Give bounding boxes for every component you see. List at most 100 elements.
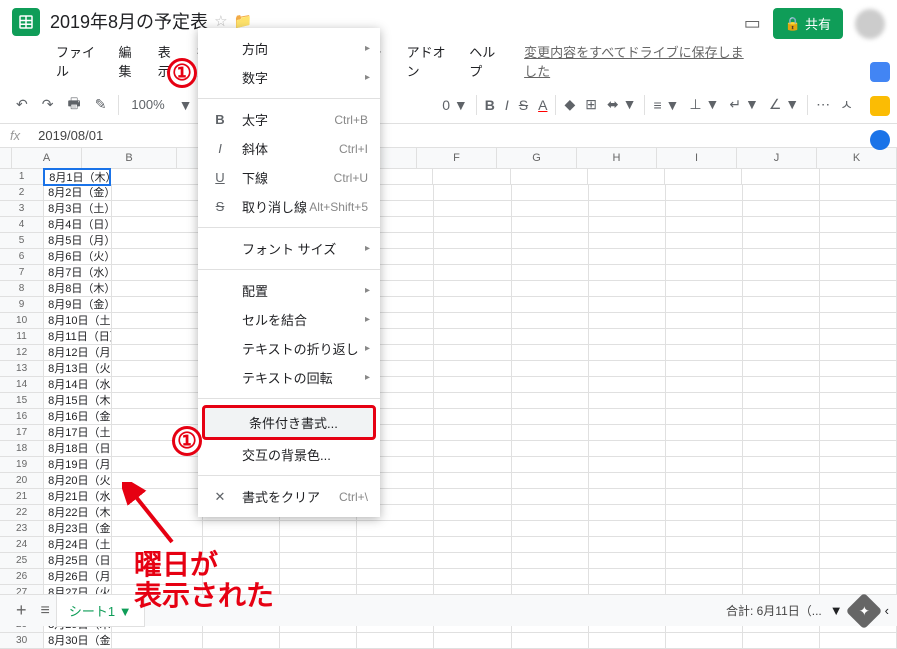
cell[interactable] bbox=[589, 553, 666, 569]
cell[interactable]: 8月30日（金） bbox=[44, 633, 112, 649]
undo-icon[interactable]: ↶ bbox=[12, 92, 32, 117]
cell[interactable] bbox=[743, 489, 820, 505]
cell[interactable] bbox=[112, 249, 203, 265]
cell[interactable]: 8月26日（月） bbox=[44, 569, 112, 585]
cell[interactable] bbox=[666, 201, 743, 217]
cell[interactable] bbox=[112, 297, 203, 313]
cell[interactable] bbox=[743, 377, 820, 393]
cell[interactable] bbox=[512, 633, 589, 649]
text-color-icon[interactable]: A bbox=[534, 93, 551, 117]
cell[interactable] bbox=[112, 345, 203, 361]
row-header[interactable]: 3 bbox=[0, 201, 44, 217]
cell[interactable] bbox=[512, 457, 589, 473]
select-all-corner[interactable] bbox=[0, 148, 12, 168]
row-header[interactable]: 2 bbox=[0, 185, 44, 201]
cell[interactable] bbox=[820, 217, 897, 233]
explore-button[interactable]: ✦ bbox=[845, 592, 882, 629]
side-panel-toggle[interactable]: ‹ bbox=[885, 603, 889, 618]
col-header-F[interactable]: F bbox=[417, 148, 497, 168]
dd-italic[interactable]: I斜体Ctrl+I bbox=[198, 134, 380, 163]
cell[interactable] bbox=[512, 393, 589, 409]
dd-rotate[interactable]: テキストの回転▸ bbox=[198, 363, 380, 392]
cell[interactable] bbox=[820, 473, 897, 489]
cell[interactable] bbox=[112, 633, 203, 649]
cell[interactable]: 8月18日（日） bbox=[44, 441, 112, 457]
cell[interactable] bbox=[434, 201, 511, 217]
cell[interactable] bbox=[512, 249, 589, 265]
cell[interactable] bbox=[820, 553, 897, 569]
more-icon[interactable]: ⋯ bbox=[812, 92, 834, 117]
cell[interactable] bbox=[742, 169, 819, 185]
menu-file[interactable]: ファイル bbox=[50, 39, 109, 83]
cell[interactable] bbox=[112, 185, 203, 201]
col-header-J[interactable]: J bbox=[737, 148, 817, 168]
cell[interactable] bbox=[112, 457, 203, 473]
row-header[interactable]: 7 bbox=[0, 265, 44, 281]
save-status[interactable]: 変更内容をすべてドライブに保存しました bbox=[524, 42, 744, 80]
cell[interactable] bbox=[434, 553, 511, 569]
row-header[interactable]: 19 bbox=[0, 457, 44, 473]
cell[interactable] bbox=[820, 313, 897, 329]
cell[interactable]: 8月13日（火） bbox=[44, 361, 112, 377]
cell[interactable] bbox=[666, 265, 743, 281]
cell[interactable]: 8月19日（月） bbox=[44, 457, 112, 473]
cell[interactable] bbox=[666, 457, 743, 473]
row-header[interactable]: 13 bbox=[0, 361, 44, 377]
cell[interactable] bbox=[589, 217, 666, 233]
cell[interactable]: 8月11日（日） bbox=[44, 329, 112, 345]
cell[interactable] bbox=[743, 249, 820, 265]
cell[interactable] bbox=[434, 297, 511, 313]
cell[interactable] bbox=[434, 409, 511, 425]
cell[interactable] bbox=[512, 201, 589, 217]
row-header[interactable]: 23 bbox=[0, 521, 44, 537]
cell[interactable] bbox=[434, 265, 511, 281]
cell[interactable] bbox=[820, 169, 897, 185]
dd-wrap[interactable]: テキストの折り返し▸ bbox=[198, 334, 380, 363]
cell[interactable] bbox=[589, 377, 666, 393]
cell[interactable] bbox=[589, 473, 666, 489]
cell[interactable] bbox=[512, 281, 589, 297]
cell[interactable] bbox=[820, 329, 897, 345]
cell[interactable] bbox=[512, 537, 589, 553]
fx-icon[interactable]: fx bbox=[0, 128, 30, 143]
cell[interactable] bbox=[112, 217, 203, 233]
col-header-H[interactable]: H bbox=[577, 148, 657, 168]
cell[interactable] bbox=[112, 361, 203, 377]
cell[interactable] bbox=[666, 361, 743, 377]
cell[interactable]: 8月24日（土） bbox=[44, 537, 112, 553]
cell[interactable] bbox=[666, 217, 743, 233]
cell[interactable]: 8月23日（金） bbox=[44, 521, 112, 537]
cell[interactable] bbox=[512, 185, 589, 201]
dd-clear[interactable]: ✕書式をクリアCtrl+\ bbox=[198, 482, 380, 511]
cell[interactable] bbox=[434, 425, 511, 441]
dd-alternating[interactable]: 交互の背景色... bbox=[198, 440, 380, 469]
cell[interactable] bbox=[743, 505, 820, 521]
row-header[interactable]: 15 bbox=[0, 393, 44, 409]
cell[interactable] bbox=[512, 521, 589, 537]
cell[interactable] bbox=[589, 329, 666, 345]
col-header-I[interactable]: I bbox=[657, 148, 737, 168]
cell[interactable] bbox=[511, 169, 588, 185]
cell[interactable] bbox=[820, 409, 897, 425]
cell[interactable] bbox=[743, 185, 820, 201]
cell[interactable] bbox=[743, 441, 820, 457]
cell[interactable] bbox=[820, 457, 897, 473]
cell[interactable] bbox=[434, 185, 511, 201]
row-header[interactable]: 24 bbox=[0, 537, 44, 553]
row-header[interactable]: 12 bbox=[0, 345, 44, 361]
cell[interactable] bbox=[589, 393, 666, 409]
cell[interactable] bbox=[112, 201, 203, 217]
menu-edit[interactable]: 編集 bbox=[113, 39, 148, 83]
cell[interactable] bbox=[434, 457, 511, 473]
cell[interactable] bbox=[434, 361, 511, 377]
cell[interactable] bbox=[589, 569, 666, 585]
formula-input[interactable]: 2019/08/01 bbox=[30, 126, 897, 145]
cell[interactable] bbox=[434, 569, 511, 585]
cell[interactable]: 8月6日（火） bbox=[44, 249, 112, 265]
print-icon[interactable]: 🖶 bbox=[63, 89, 84, 121]
cell[interactable] bbox=[434, 489, 511, 505]
row-header[interactable]: 20 bbox=[0, 473, 44, 489]
cell[interactable] bbox=[820, 297, 897, 313]
cell[interactable] bbox=[280, 537, 357, 553]
cell[interactable] bbox=[666, 473, 743, 489]
